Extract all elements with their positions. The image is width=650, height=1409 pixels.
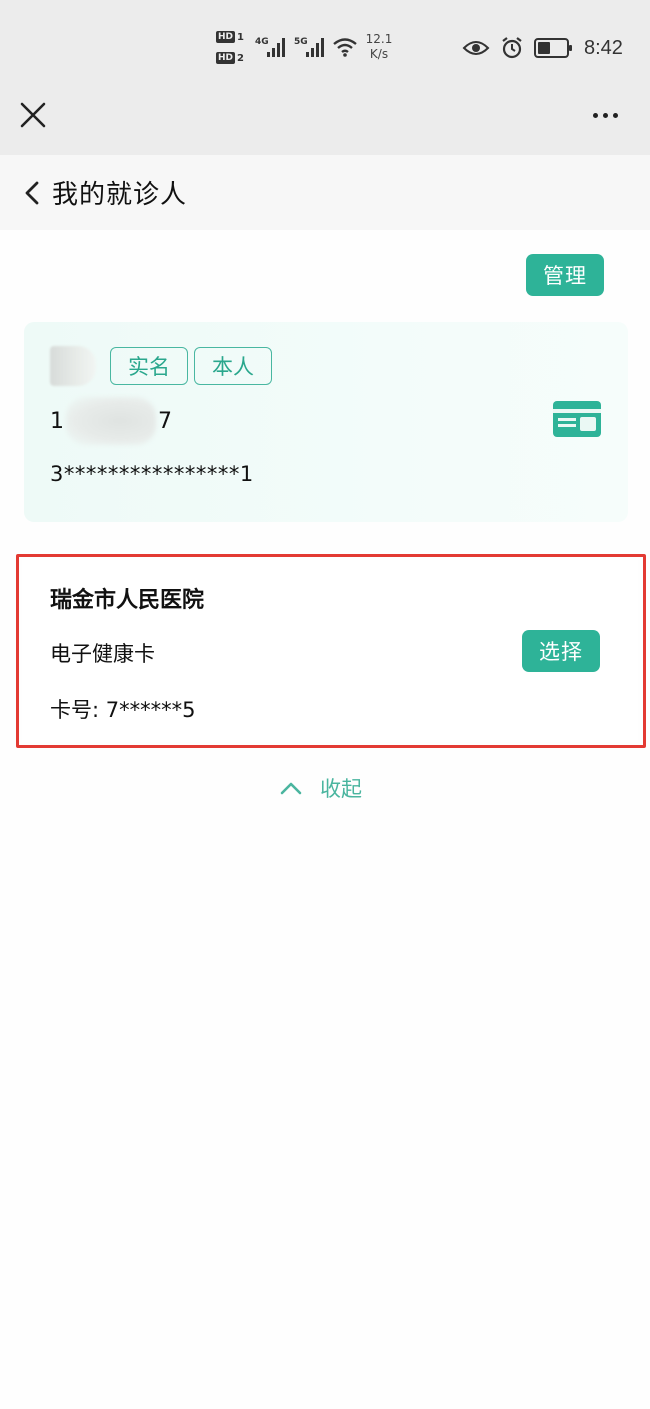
- more-options-button[interactable]: [584, 100, 626, 130]
- wifi-icon: [333, 38, 357, 57]
- patient-id-number: 3****************1: [50, 462, 254, 486]
- network-speed: 12.1 K/s: [362, 32, 396, 62]
- manage-button[interactable]: 管理: [526, 254, 604, 296]
- speed-unit: K/s: [369, 47, 389, 61]
- back-button[interactable]: [14, 175, 50, 211]
- chevron-left-icon: [25, 181, 39, 204]
- signal-strength-icon: [306, 38, 324, 57]
- chevron-up-icon: [280, 782, 302, 795]
- patient-card[interactable]: 实名 本人 1 7 3****************1: [24, 322, 628, 522]
- phone-end: 7: [158, 408, 172, 434]
- page-header: 我的就诊人: [0, 155, 650, 230]
- sim-number: 1: [237, 31, 244, 43]
- highlight-annotation: [16, 554, 646, 748]
- close-button[interactable]: [16, 98, 50, 132]
- phone-start: 1: [50, 408, 64, 434]
- eye-icon: [462, 41, 490, 55]
- signal-strength-icon: [267, 38, 285, 57]
- sim1-hd-indicator: HD 1: [216, 30, 250, 44]
- dot: [612, 112, 618, 118]
- clock: 8:42: [584, 36, 623, 59]
- battery-icon: [534, 38, 572, 58]
- speed-value: 12.1: [365, 32, 393, 46]
- self-tag: 本人: [194, 347, 272, 385]
- alarm-icon: [502, 37, 522, 59]
- hd-label: HD: [216, 31, 236, 43]
- collapse-label: 收起: [320, 777, 362, 801]
- sim2-hd-indicator: HD 2: [216, 51, 250, 65]
- collapse-button[interactable]: 收起: [280, 770, 362, 806]
- patient-phone: 1 7: [50, 397, 172, 445]
- hd-label: HD: [216, 52, 236, 64]
- status-bar: HD 1 HD 2 4G 5G 12.1 K/s 8:42: [0, 0, 650, 90]
- patient-name-redacted: [50, 346, 96, 386]
- dot: [602, 112, 608, 118]
- dot: [592, 112, 598, 118]
- close-icon: [20, 102, 46, 128]
- id-card-icon[interactable]: [552, 400, 602, 438]
- verified-tag: 实名: [110, 347, 188, 385]
- status-right-group: 8:42: [462, 32, 623, 64]
- sim-number: 2: [237, 52, 244, 64]
- page-title: 我的就诊人: [52, 180, 188, 210]
- phone-redacted: [66, 397, 156, 445]
